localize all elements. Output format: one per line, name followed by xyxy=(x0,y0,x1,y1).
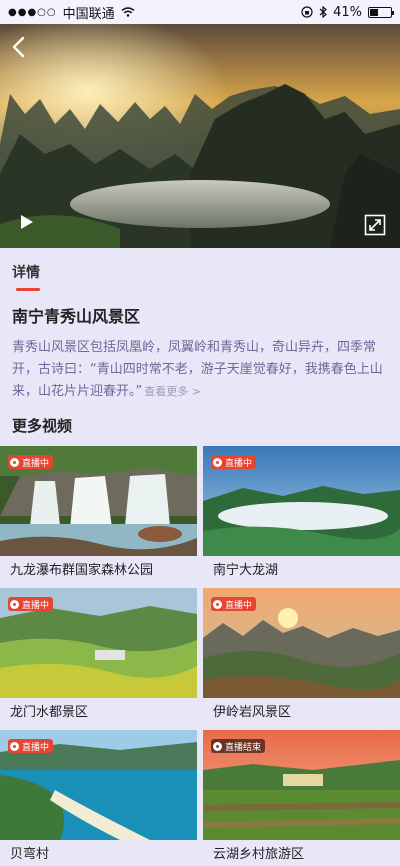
fullscreen-icon[interactable] xyxy=(364,214,386,236)
video-thumbnail[interactable]: 直播中 xyxy=(203,588,400,698)
live-icon xyxy=(10,741,19,751)
video-card[interactable]: 直播中 龙门水都景区 xyxy=(0,588,197,730)
back-arrow-icon[interactable] xyxy=(8,34,30,60)
hero-video[interactable] xyxy=(0,24,400,248)
ended-badge: 直播结束 xyxy=(211,739,266,753)
live-icon xyxy=(10,599,19,609)
video-card[interactable]: 直播中 伊岭岩风景区 xyxy=(203,588,400,730)
video-card[interactable]: 直播结束 云湖乡村旅游区 xyxy=(203,730,400,866)
live-badge: 直播中 xyxy=(8,739,54,753)
video-title[interactable]: 伊岭岩风景区 xyxy=(203,698,400,730)
live-badge: 直播中 xyxy=(211,597,257,611)
video-thumbnail[interactable]: 直播结束 xyxy=(203,730,400,840)
signal-icon: ●●●○○ xyxy=(8,6,57,18)
view-more-link[interactable]: 查看更多 > xyxy=(144,385,201,398)
video-title[interactable]: 云湖乡村旅游区 xyxy=(203,840,400,866)
wifi-icon xyxy=(121,7,135,17)
tab-underline xyxy=(16,288,40,291)
battery-icon xyxy=(368,6,394,18)
video-thumbnail[interactable]: 直播中 xyxy=(0,446,197,556)
live-icon xyxy=(213,457,222,467)
play-icon[interactable] xyxy=(16,212,36,232)
details-section: 详情 南宁青秀山风景区 青秀山风景区包括凤凰岭，凤翼岭和青秀山，奇山异卉，四季常… xyxy=(0,248,400,403)
live-icon xyxy=(10,457,19,467)
battery-percent: 41% xyxy=(333,4,362,20)
video-title[interactable]: 九龙瀑布群国家森林公园 xyxy=(0,556,197,588)
rotation-lock-icon xyxy=(301,6,313,18)
page-title: 南宁青秀山风景区 xyxy=(12,307,141,326)
video-thumbnail[interactable]: 直播中 xyxy=(203,446,400,556)
video-title[interactable]: 南宁大龙湖 xyxy=(203,556,400,588)
tab-details[interactable]: 详情 xyxy=(12,262,388,282)
hero-landscape-image xyxy=(0,24,400,248)
live-icon xyxy=(213,599,222,609)
description: 青秀山风景区包括凤凰岭，凤翼岭和青秀山，奇山异卉，四季常开，古诗曰：“青山四时常… xyxy=(12,337,388,403)
live-badge: 直播中 xyxy=(8,455,54,469)
live-badge: 直播中 xyxy=(8,597,54,611)
video-title[interactable]: 贝弯村 xyxy=(0,840,197,866)
video-title[interactable]: 龙门水都景区 xyxy=(0,698,197,730)
live-badge: 直播中 xyxy=(211,455,257,469)
video-card[interactable]: 直播中 南宁大龙湖 xyxy=(203,446,400,588)
carrier-label: 中国联通 xyxy=(62,6,115,22)
status-bar: ●●●○○ 中国联通 41% xyxy=(0,0,400,24)
more-videos-title: 更多视频 xyxy=(12,417,73,435)
video-card[interactable]: 直播中 贝弯村 xyxy=(0,730,197,866)
video-grid: 直播中 九龙瀑布群国家森林公园 直播中 南宁大龙湖 直播中 龙门水都景区 直播中… xyxy=(0,446,400,866)
bluetooth-icon xyxy=(319,6,328,18)
video-card[interactable]: 直播中 九龙瀑布群国家森林公园 xyxy=(0,446,197,588)
replay-icon xyxy=(213,741,222,751)
video-thumbnail[interactable]: 直播中 xyxy=(0,588,197,698)
video-thumbnail[interactable]: 直播中 xyxy=(0,730,197,840)
